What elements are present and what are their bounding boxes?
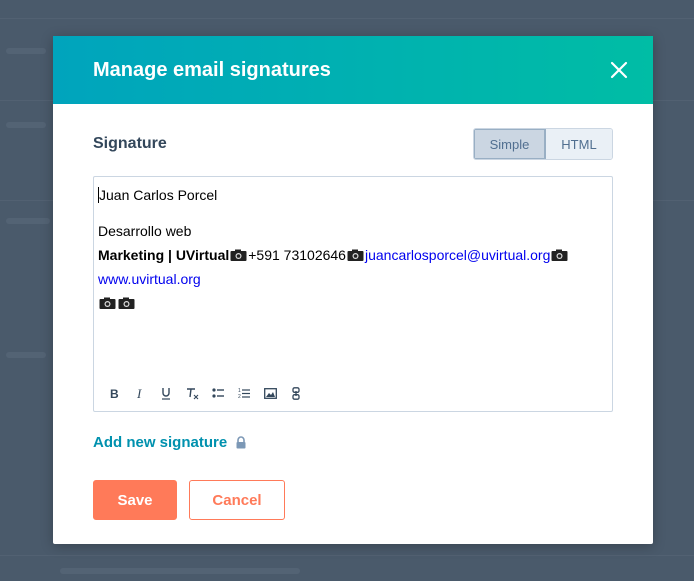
editor-mode-toggle: Simple HTML — [473, 128, 613, 160]
modal-header: Manage email signatures — [53, 36, 653, 104]
italic-icon: I — [136, 387, 142, 399]
underline-icon — [162, 387, 170, 400]
signature-line-website: www.uvirtual.org — [98, 267, 608, 291]
signature-line-contact: Marketing | UVirtual +591 73102646 juancar… — [98, 243, 608, 267]
lock-icon — [236, 436, 246, 449]
svg-text:B: B — [110, 387, 119, 399]
signature-editor[interactable]: Juan Carlos Porcel Desarrollo web Market… — [93, 176, 613, 412]
camera-icon — [99, 297, 116, 309]
signature-row: Signature Simple HTML — [93, 128, 613, 160]
bold-button[interactable]: B — [102, 383, 126, 403]
signature-website-link[interactable]: www.uvirtual.org — [98, 271, 201, 287]
svg-text:I: I — [136, 387, 142, 399]
mode-html-button[interactable]: HTML — [546, 129, 612, 159]
save-button[interactable]: Save — [93, 480, 177, 520]
bulleted-list-icon — [211, 388, 224, 398]
svg-text:2: 2 — [238, 394, 241, 399]
signature-content[interactable]: Juan Carlos Porcel Desarrollo web Market… — [94, 177, 612, 321]
camera-icon — [230, 249, 247, 261]
close-button[interactable] — [607, 58, 631, 82]
image-icon — [263, 387, 277, 399]
link-button[interactable] — [284, 383, 308, 403]
signature-label: Signature — [93, 135, 167, 152]
manage-signatures-modal: Manage email signatures Signature Simple… — [53, 36, 653, 544]
camera-icon — [551, 249, 568, 261]
modal-footer: Save Cancel — [93, 480, 285, 520]
signature-line-name: Juan Carlos Porcel — [98, 187, 218, 203]
signature-line-role: Desarrollo web — [98, 223, 192, 239]
numbered-list-button[interactable]: 12 — [232, 383, 256, 403]
modal-title: Manage email signatures — [93, 58, 331, 81]
underline-button[interactable] — [154, 383, 178, 403]
add-signature-row: Add new signature — [93, 434, 613, 451]
editor-toolbar: B I 12 — [102, 383, 308, 403]
bold-icon: B — [110, 387, 119, 399]
add-new-signature-link[interactable]: Add new signature — [93, 434, 227, 451]
bulleted-list-button[interactable] — [206, 383, 230, 403]
signature-phone: +591 73102646 — [248, 247, 346, 263]
signature-line-icons — [98, 291, 608, 315]
clear-format-icon — [186, 387, 198, 399]
numbered-list-icon: 12 — [238, 388, 250, 399]
mode-simple-button[interactable]: Simple — [474, 129, 546, 159]
signature-company: Marketing | UVirtual — [98, 247, 230, 263]
image-button[interactable] — [258, 383, 282, 403]
close-icon — [610, 61, 628, 79]
camera-icon — [347, 249, 364, 261]
signature-email-link[interactable]: juancarlosporcel@uvirtual.org — [365, 247, 550, 263]
clear-format-button[interactable] — [180, 383, 204, 403]
modal-body: Signature Simple HTML Juan Carlos Porcel… — [53, 128, 653, 451]
camera-icon — [118, 297, 135, 309]
italic-button[interactable]: I — [128, 383, 152, 403]
signature-spacer — [98, 207, 608, 219]
link-icon — [292, 386, 300, 400]
cancel-button[interactable]: Cancel — [189, 480, 285, 520]
